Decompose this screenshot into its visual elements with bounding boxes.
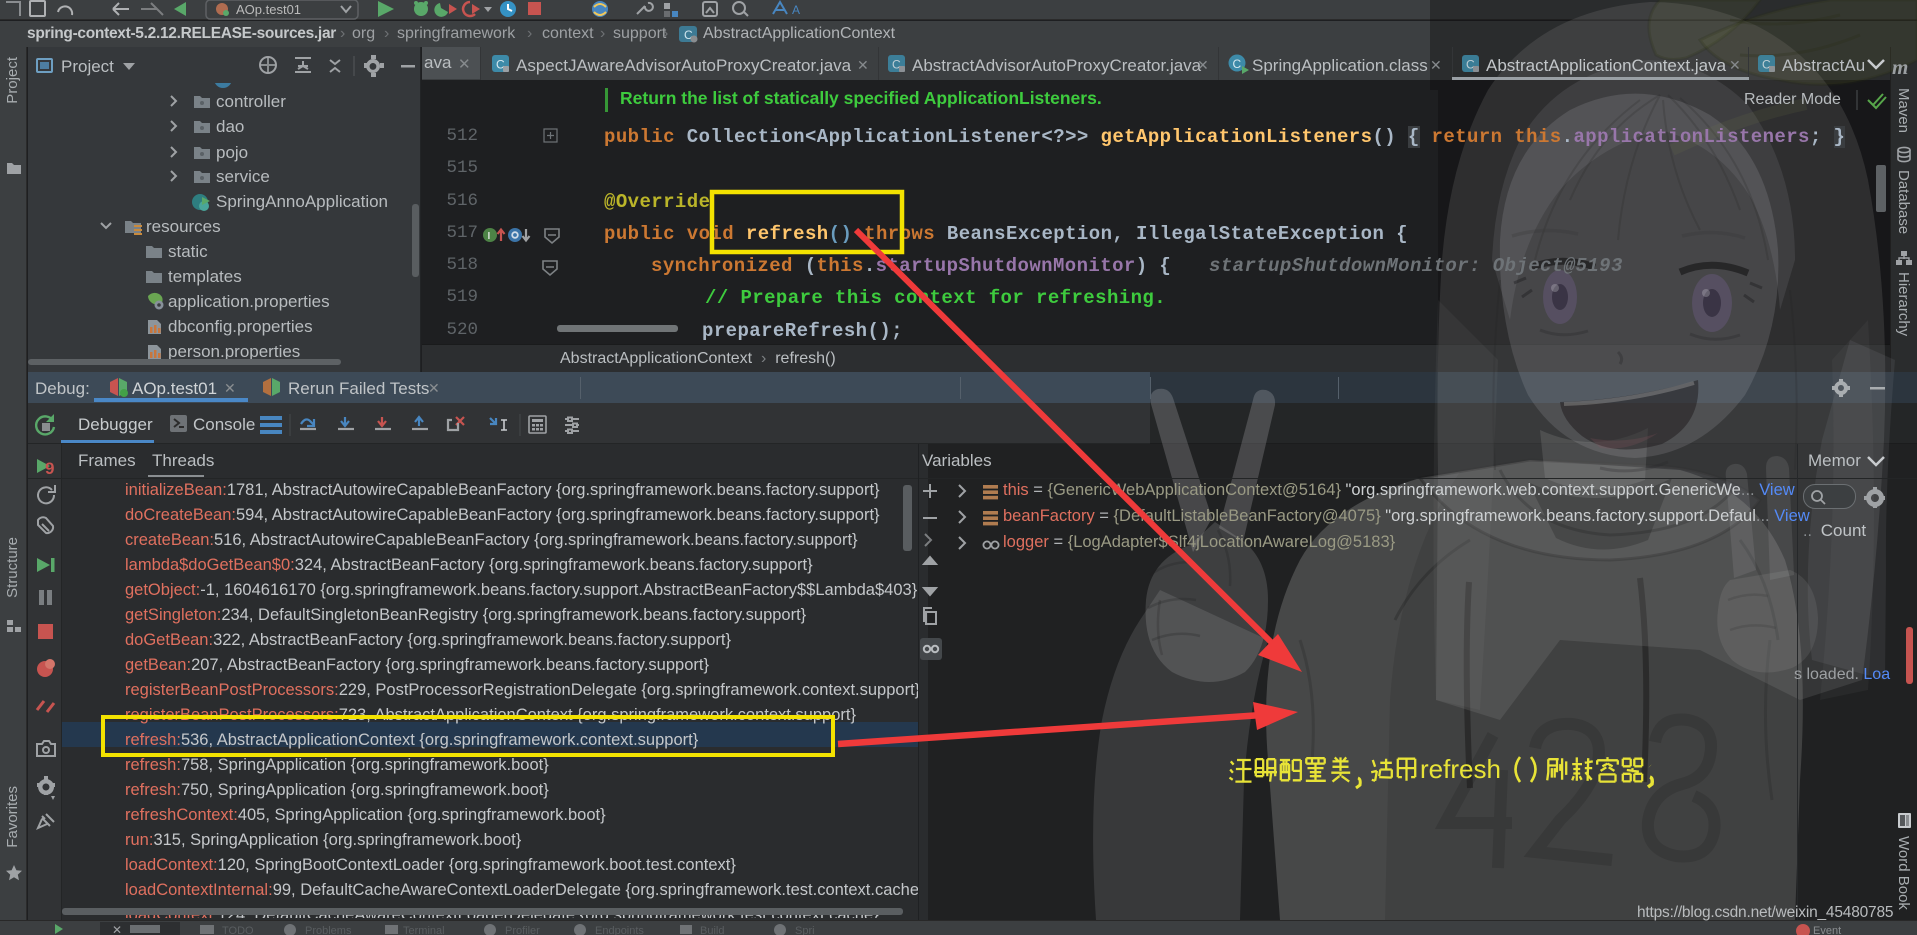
svg-text:pojo: pojo	[216, 143, 248, 162]
svg-text:dbconfig.properties: dbconfig.properties	[168, 317, 313, 336]
svg-text:Project: Project	[61, 57, 114, 76]
svg-text:✕: ✕	[1729, 57, 1741, 73]
svg-text:✕: ✕	[428, 380, 440, 396]
svg-text:person.properties: person.properties	[168, 342, 300, 361]
svg-text:✕: ✕	[857, 57, 869, 73]
svg-text:✕: ✕	[1197, 57, 1209, 73]
svg-text:SpringApplication.class: SpringApplication.class	[1252, 56, 1428, 75]
svg-text:Console: Console	[193, 415, 255, 434]
svg-text:I: I	[488, 231, 491, 242]
svg-text:AbstractApplicationContext.jav: AbstractApplicationContext.java	[1486, 56, 1727, 75]
svg-text:application.properties: application.properties	[168, 292, 330, 311]
svg-text:A: A	[792, 3, 800, 17]
svg-text:Spri: Spri	[795, 925, 815, 935]
svg-text:AOp.test01: AOp.test01	[132, 379, 217, 398]
svg-text:AbstractAdvisorAutoProxyCreato: AbstractAdvisorAutoProxyCreator.java	[912, 56, 1202, 75]
svg-text:AspectJAwareAdvisorAutoProxyCr: AspectJAwareAdvisorAutoProxyCreator.java	[516, 56, 852, 75]
svg-text:Endpoints: Endpoints	[595, 925, 644, 935]
svg-text:✕: ✕	[112, 923, 122, 935]
svg-text:C: C	[1233, 57, 1242, 71]
svg-text:static: static	[168, 242, 208, 261]
svg-text:Rerun Failed Tests: Rerun Failed Tests	[288, 379, 429, 398]
svg-text:controller: controller	[216, 92, 286, 111]
svg-text:Profiler: Profiler	[505, 925, 540, 935]
svg-text:templates: templates	[168, 267, 242, 286]
svg-text:resources: resources	[146, 217, 221, 236]
svg-text:service: service	[216, 167, 270, 186]
svg-text:Problems: Problems	[305, 925, 352, 935]
svg-text:AOp.test01: AOp.test01	[236, 2, 301, 17]
svg-text:Terminal: Terminal	[403, 925, 445, 935]
svg-text:✕: ✕	[224, 380, 236, 396]
svg-text:9: 9	[45, 459, 54, 478]
svg-text:AbstractAu: AbstractAu	[1782, 56, 1865, 75]
svg-text:TODO: TODO	[222, 925, 254, 935]
svg-text:dao: dao	[216, 117, 244, 136]
svg-text:✕: ✕	[1430, 57, 1442, 73]
svg-text:Build: Build	[700, 925, 724, 935]
svg-text:Event: Event	[1813, 925, 1841, 935]
svg-text:SpringAnnoApplication: SpringAnnoApplication	[216, 192, 388, 211]
